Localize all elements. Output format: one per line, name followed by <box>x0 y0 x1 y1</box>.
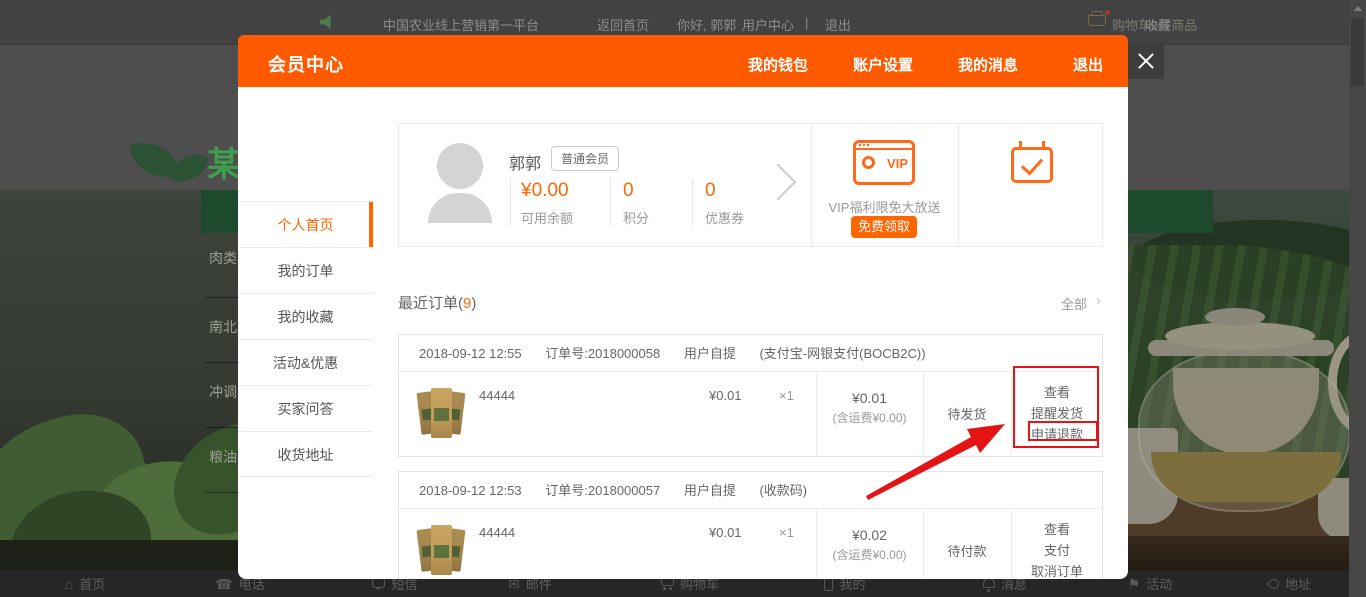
chevron-right-icon[interactable] <box>760 164 797 201</box>
scrollbar[interactable] <box>1349 0 1366 597</box>
order-datetime: 2018-09-12 12:55 <box>419 346 522 361</box>
location-pin-icon <box>1267 576 1281 590</box>
back-home-link[interactable]: 返回首页 <box>597 15 649 34</box>
product-name[interactable]: 44444 <box>479 525 515 540</box>
bottom-nav-address[interactable]: 地址 <box>1248 574 1332 593</box>
speaker-icon <box>320 15 335 29</box>
avatar <box>437 143 483 189</box>
order-header: 2018-09-12 12:55 订单号:2018000058 用户自提 (支付… <box>399 335 1102 372</box>
greeting-text: 你好, 郭郭 <box>677 15 736 34</box>
request-refund-link[interactable]: 申请退款 <box>1011 424 1103 445</box>
close-icon[interactable] <box>1128 43 1164 79</box>
sidebar-item-buyer-qa[interactable]: 买家问答 <box>238 385 373 431</box>
calendar-check-icon[interactable] <box>1011 147 1053 183</box>
points-value: 0 <box>623 180 634 202</box>
remind-shipment-link[interactable]: 提醒发货 <box>1011 403 1103 424</box>
product-thumbnail[interactable] <box>419 386 465 440</box>
product-thumbnail[interactable] <box>419 523 465 577</box>
sms-icon <box>372 578 385 588</box>
order-delivery: 用户自提 <box>684 346 736 361</box>
chevron-right-icon: › <box>1096 292 1101 309</box>
points-label: 积分 <box>623 208 649 227</box>
user-center-link[interactable]: 用户中心 <box>742 15 794 34</box>
recent-orders-header: 最近订单(9) 全部 › <box>398 292 1103 312</box>
sidebar-item-shipping-address[interactable]: 收货地址 <box>238 431 373 477</box>
phone-icon: ☎ <box>215 576 232 592</box>
order-card: 2018-09-12 12:55 订单号:2018000058 用户自提 (支付… <box>398 334 1103 457</box>
activity-flag-icon: ⚑ <box>1128 576 1141 592</box>
nav-my-messages[interactable]: 我的消息 <box>958 54 1018 75</box>
announcement-text: 中国农业线上营销第一平台 <box>383 15 539 34</box>
order-total-cell: ¥0.01 (含运费¥0.00) <box>816 372 923 457</box>
order-delivery: 用户自提 <box>684 483 736 498</box>
order-number: 订单号:2018000057 <box>545 483 660 498</box>
member-center-header: 会员中心 我的钱包 账户设置 我的消息 退出 <box>238 35 1128 87</box>
leaf-logo-icon <box>170 150 209 185</box>
cancel-order-link[interactable]: 取消订单 <box>1011 561 1103 579</box>
balance-value: ¥0.00 <box>521 180 569 202</box>
bottom-nav-home[interactable]: ⌂ 首页 <box>43 574 127 593</box>
view-order-link[interactable]: 查看 <box>1011 382 1103 403</box>
order-freight: (含运费¥0.00) <box>816 409 923 426</box>
coupons-value: 0 <box>705 180 716 202</box>
member-level-badge: 普通会员 <box>551 146 619 171</box>
favorite-link[interactable]: 收藏 <box>1145 15 1171 34</box>
order-header: 2018-09-12 12:53 订单号:2018000057 用户自提 (收款… <box>399 472 1102 509</box>
order-status: 待付款 <box>923 509 1011 579</box>
order-total-cell: ¥0.02 (含运费¥0.00) <box>816 509 923 579</box>
cart-icon[interactable] <box>1088 15 1106 26</box>
user-name: 郭郭 <box>509 150 541 174</box>
free-claim-button[interactable]: 免费领取 <box>851 216 917 238</box>
order-total: ¥0.01 <box>816 390 923 406</box>
logout-link[interactable]: 退出 <box>825 15 851 34</box>
topbar-divider: | <box>805 15 808 30</box>
sidebar-item-my-orders[interactable]: 我的订单 <box>238 247 373 293</box>
order-payment: (支付宝-网银支付(BOCB2C)) <box>759 346 925 361</box>
member-center-modal: 个人首页 我的订单 我的收藏 活动&优惠 买家问答 收货地址 郭郭 普通会员 ¥… <box>238 87 1128 579</box>
nav-account-settings[interactable]: 账户设置 <box>853 54 913 75</box>
product-quantity: ×1 <box>779 525 794 540</box>
view-order-link[interactable]: 查看 <box>1011 519 1103 540</box>
view-all-link[interactable]: 全部 <box>1061 294 1087 313</box>
pay-order-link[interactable]: 支付 <box>1011 540 1103 561</box>
product-price: ¥0.01 <box>709 388 742 403</box>
order-number: 订单号:2018000058 <box>545 346 660 361</box>
order-card: 2018-09-12 12:53 订单号:2018000057 用户自提 (收款… <box>398 471 1103 579</box>
product-price: ¥0.01 <box>709 525 742 540</box>
vip-icon: VIP <box>853 140 915 185</box>
nav-my-wallet[interactable]: 我的钱包 <box>748 54 808 75</box>
recent-orders-title: 最近订单 <box>398 295 458 312</box>
nav-logout[interactable]: 退出 <box>1073 54 1103 75</box>
coupons-label: 优惠券 <box>705 208 744 227</box>
product-name[interactable]: 44444 <box>479 388 515 403</box>
home-icon: ⌂ <box>65 576 73 592</box>
order-freight: (含运费¥0.00) <box>816 546 923 563</box>
balance-label: 可用余额 <box>521 208 573 227</box>
profile-panel: 郭郭 普通会员 ¥0.00 可用余额 0 积分 0 优惠券 VIP VIP福利限… <box>398 123 1103 247</box>
sidebar-item-my-favorites[interactable]: 我的收藏 <box>238 293 373 339</box>
order-total: ¥0.02 <box>816 527 923 543</box>
sidebar-item-personal-home[interactable]: 个人首页 <box>238 201 373 247</box>
vip-promo-text: VIP福利限免大放送 <box>811 197 958 216</box>
order-status: 待发货 <box>923 372 1011 457</box>
modal-title: 会员中心 <box>268 51 344 77</box>
order-actions-cell: 查看 支付 取消订单 <box>1011 509 1103 579</box>
order-payment: (收款码) <box>759 483 807 498</box>
page-root: 中国农业线上营销第一平台 返回首页 你好, 郭郭 用户中心 | 退出 购物车0件… <box>0 0 1366 597</box>
scrollbar-thumb[interactable] <box>1351 18 1364 86</box>
order-actions-cell: 查看 提醒发货 申请退款 <box>1011 372 1103 457</box>
product-quantity: ×1 <box>779 388 794 403</box>
sidebar-item-activities[interactable]: 活动&优惠 <box>238 339 373 385</box>
order-datetime: 2018-09-12 12:53 <box>419 483 522 498</box>
bell-icon <box>983 578 995 588</box>
scroll-up-icon[interactable] <box>1354 6 1362 11</box>
avatar <box>428 193 492 223</box>
